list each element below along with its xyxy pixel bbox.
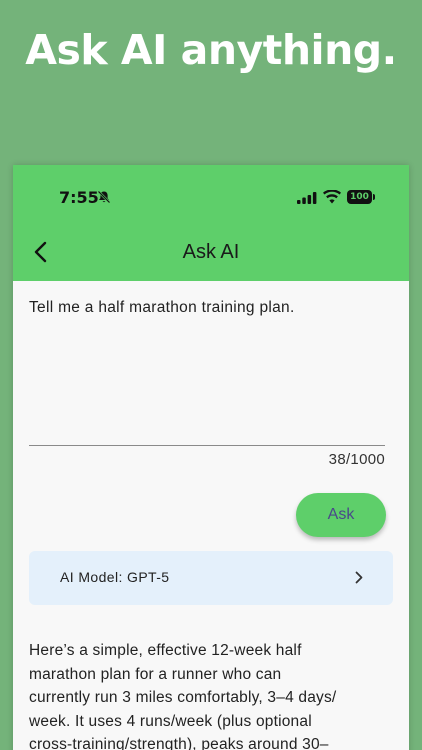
phone-screen: 7:55 100 Ask AI Tell me a half marathon … — [13, 165, 409, 750]
answer-line: currently run 3 miles comfortably, 3–4 d… — [29, 689, 337, 706]
answer-line: marathon plan for a runner who can — [29, 665, 282, 683]
page-title: Ask AI — [182, 241, 240, 263]
character-counter: 38/1000 — [328, 451, 385, 468]
answer-line: Here’s a simple, effective 12-week half — [29, 642, 302, 659]
prompt-underline — [29, 445, 385, 446]
ai-model-label: AI Model: GPT-5 — [60, 569, 170, 585]
ask-button[interactable]: Ask — [296, 493, 386, 537]
ai-answer: Here’s a simple, effective 12-week half … — [29, 639, 389, 750]
promo-headline: Ask AI anything. — [25, 26, 397, 74]
answer-line: week. It uses 4 runs/week (plus optional — [29, 712, 312, 730]
prompt-input[interactable]: Tell me a half marathon training plan. — [29, 299, 385, 447]
status-time: 7:55 — [59, 188, 99, 207]
answer-line: cross-training/strength), peaks around 3… — [29, 736, 329, 750]
chevron-right-icon — [355, 571, 363, 584]
ai-model-selector[interactable]: AI Model: GPT-5 — [29, 551, 393, 605]
battery-icon: 100 — [347, 190, 375, 204]
signal-icon — [297, 192, 317, 204]
app-bar: 7:55 100 Ask AI — [13, 165, 409, 281]
bell-muted-icon — [97, 190, 111, 204]
wifi-icon — [323, 190, 341, 204]
